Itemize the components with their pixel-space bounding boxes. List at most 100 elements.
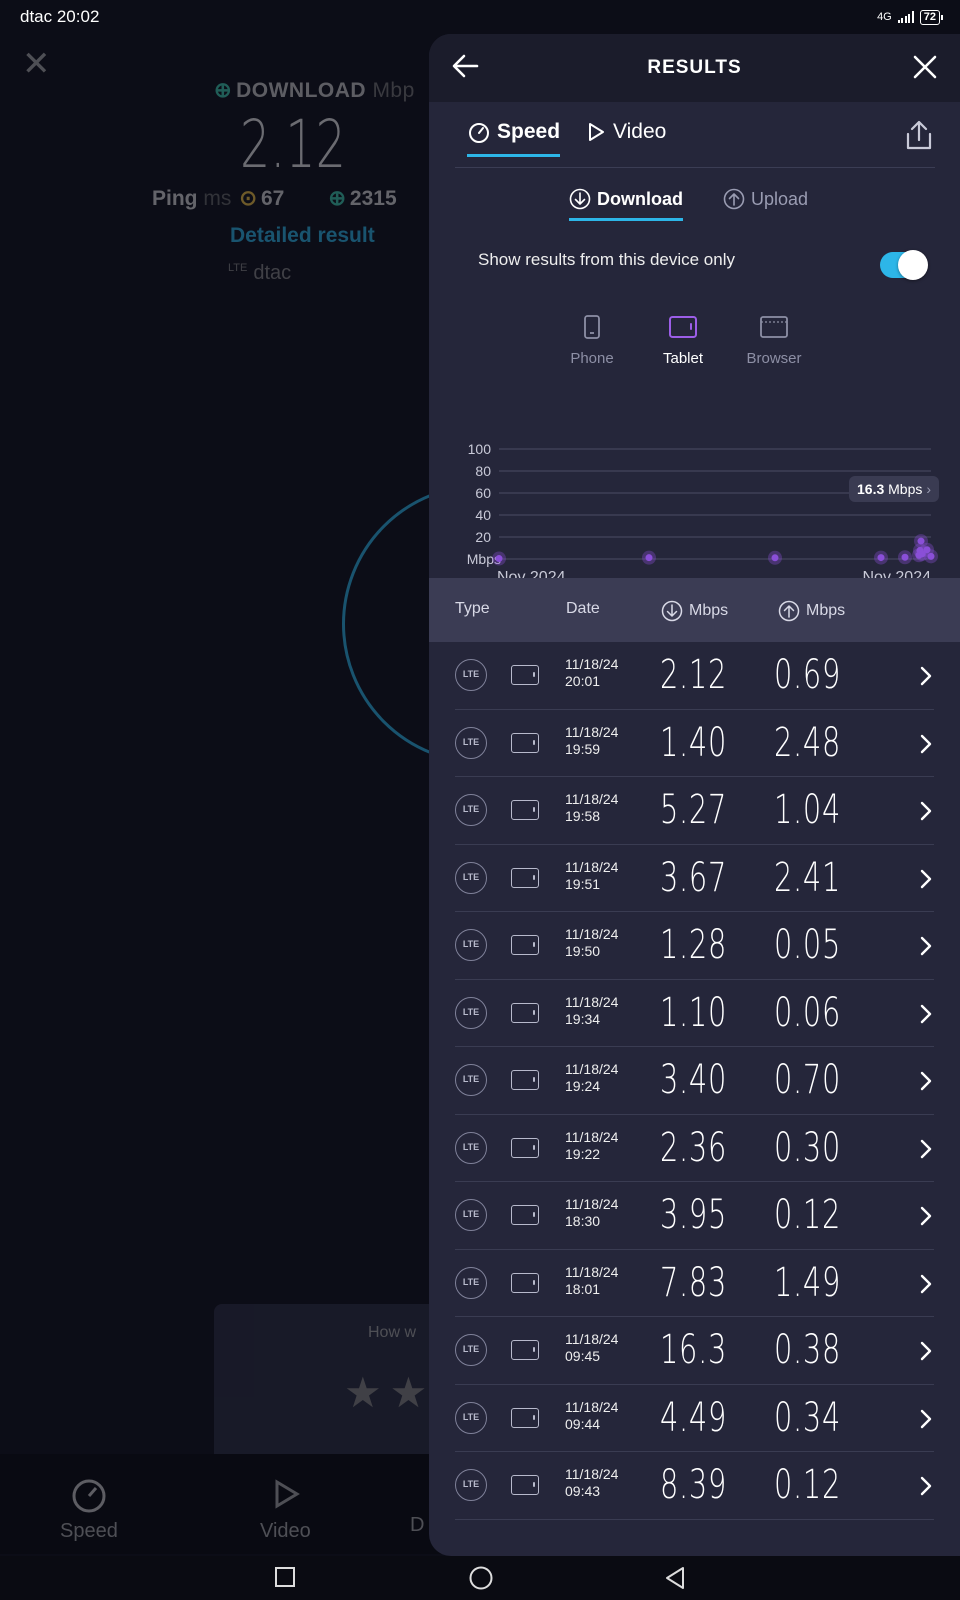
tablet-icon bbox=[511, 1205, 539, 1225]
chevron-right-icon bbox=[920, 801, 932, 821]
y-tick-label: 100 bbox=[468, 441, 492, 457]
result-date: 11/18/24 19:51 bbox=[565, 858, 619, 892]
tab-speed[interactable]: Speed bbox=[467, 120, 561, 157]
chevron-right-icon: › bbox=[926, 481, 932, 497]
subtab-download[interactable]: Download bbox=[569, 188, 683, 221]
upload-speed: 0.06 bbox=[774, 989, 842, 1036]
tab-video[interactable]: Video bbox=[585, 120, 666, 154]
tablet-icon bbox=[669, 316, 697, 338]
download-speed: 7.83 bbox=[660, 1259, 728, 1306]
result-date: 11/18/24 19:34 bbox=[565, 993, 619, 1027]
result-row[interactable]: LTE 11/18/24 19:51 3.67 2.41 bbox=[455, 845, 934, 912]
upload-icon bbox=[723, 188, 745, 210]
rating-stars[interactable]: ★★ bbox=[344, 1368, 435, 1417]
chevron-right-icon bbox=[920, 869, 932, 888]
ping-row: Ping ms ⊙ 67 ⊕ 2315 bbox=[152, 187, 397, 210]
download-speed: 1.40 bbox=[660, 719, 728, 766]
phone-icon bbox=[584, 315, 600, 339]
chevron-right-icon bbox=[920, 1274, 932, 1293]
device-phone[interactable]: Phone bbox=[552, 314, 632, 367]
download-icon bbox=[569, 188, 591, 210]
nav-video[interactable]: Video bbox=[260, 1474, 311, 1543]
lte-badge: LTE bbox=[455, 1334, 487, 1366]
result-row[interactable]: LTE 11/18/24 09:44 4.49 0.34 bbox=[455, 1385, 934, 1452]
device-browser[interactable]: Browser bbox=[734, 314, 814, 367]
chevron-right-icon bbox=[920, 1139, 932, 1158]
download-speed: 3.95 bbox=[660, 1192, 728, 1238]
upload-speed: 0.12 bbox=[774, 1462, 842, 1508]
lte-badge: LTE bbox=[455, 794, 487, 826]
tablet-icon bbox=[511, 1407, 539, 1428]
col-date: Date bbox=[566, 600, 600, 617]
tablet-icon bbox=[511, 732, 539, 753]
download-value: 2.12 bbox=[240, 106, 346, 183]
back-arrow-icon[interactable] bbox=[447, 48, 483, 84]
lte-badge: LTE bbox=[455, 1064, 487, 1096]
result-row[interactable]: LTE 11/18/24 18:30 3.95 0.12 bbox=[455, 1182, 934, 1250]
result-row[interactable]: LTE 11/18/24 18:01 7.83 1.49 bbox=[455, 1250, 934, 1317]
result-row[interactable]: LTE 11/18/24 19:34 1.10 0.06 bbox=[455, 980, 934, 1047]
rating-prompt: How w bbox=[368, 1324, 417, 1341]
lte-badge: LTE bbox=[455, 726, 487, 759]
subtab-upload[interactable]: Upload bbox=[723, 188, 808, 218]
result-date: 11/18/24 19:59 bbox=[565, 723, 619, 757]
home-circle-icon[interactable] bbox=[468, 1566, 494, 1592]
chevron-right-icon bbox=[920, 734, 932, 753]
tablet-icon bbox=[511, 1340, 539, 1360]
result-row[interactable]: LTE 11/18/24 20:01 2.12 0.69 bbox=[455, 642, 934, 710]
download-speed: 5.27 bbox=[660, 787, 728, 833]
upload-speed: 1.49 bbox=[774, 1259, 842, 1306]
download-speed: 8.39 bbox=[660, 1462, 728, 1508]
browser-icon bbox=[760, 316, 788, 338]
result-row[interactable]: LTE 11/18/24 19:59 1.40 2.48 bbox=[455, 710, 934, 777]
col-download: Mbps bbox=[661, 600, 728, 622]
result-row[interactable]: LTE 11/18/24 19:58 5.27 1.04 bbox=[455, 777, 934, 845]
lte-badge: LTE bbox=[455, 1199, 487, 1231]
close-icon[interactable] bbox=[908, 50, 942, 84]
results-list: LTE 11/18/24 20:01 2.12 0.69 LTE 11/18/24 19:59… bbox=[429, 642, 960, 1520]
download-speed: 16.3 bbox=[660, 1327, 728, 1373]
upload-icon bbox=[778, 600, 800, 622]
back-triangle-icon[interactable] bbox=[664, 1566, 686, 1590]
result-date: 11/18/24 09:43 bbox=[565, 1466, 619, 1499]
upload-speed: 0.30 bbox=[774, 1124, 842, 1171]
lte-badge: LTE bbox=[455, 1401, 487, 1434]
close-icon[interactable]: ✕ bbox=[22, 44, 51, 84]
network-type: 4G bbox=[877, 11, 892, 23]
col-type: Type bbox=[455, 600, 490, 617]
y-tick-label: 40 bbox=[475, 507, 491, 523]
download-speed: 2.36 bbox=[660, 1124, 728, 1171]
share-icon[interactable] bbox=[903, 118, 935, 152]
carrier-time: dtac 20:02 bbox=[20, 7, 100, 26]
tablet-icon bbox=[511, 665, 539, 685]
chevron-right-icon bbox=[920, 936, 932, 956]
device-only-toggle[interactable] bbox=[880, 250, 928, 280]
chevron-right-icon bbox=[920, 1341, 932, 1361]
video-play-icon bbox=[589, 123, 604, 141]
battery-icon: 72 bbox=[919, 9, 944, 25]
lte-badge: LTE bbox=[455, 861, 487, 894]
result-row[interactable]: LTE 11/18/24 19:22 2.36 0.30 bbox=[455, 1115, 934, 1182]
results-panel: RESULTS Speed Video Download Upload Show… bbox=[429, 34, 960, 1556]
result-row[interactable]: LTE 11/18/24 09:43 8.39 0.12 bbox=[455, 1452, 934, 1520]
result-row[interactable]: LTE 11/18/24 19:50 1.28 0.05 bbox=[455, 912, 934, 980]
download-speed: 3.67 bbox=[660, 854, 728, 901]
nav-speed[interactable]: Speed bbox=[60, 1474, 118, 1543]
upload-speed: 2.48 bbox=[774, 719, 842, 766]
detailed-result-link[interactable]: Detailed result bbox=[230, 224, 375, 248]
result-row[interactable]: LTE 11/18/24 19:24 3.40 0.70 bbox=[455, 1047, 934, 1115]
recents-square-icon[interactable] bbox=[274, 1566, 296, 1588]
upload-speed: 2.41 bbox=[774, 854, 842, 901]
data-point bbox=[901, 553, 909, 561]
download-label: ⊕ DOWNLOAD Mbp bbox=[214, 79, 415, 102]
device-tablet[interactable]: Tablet bbox=[643, 314, 723, 367]
chart-tooltip[interactable]: 16.3 Mbps › bbox=[849, 476, 940, 502]
y-tick-label: 80 bbox=[475, 463, 491, 479]
download-speed: 3.40 bbox=[660, 1057, 728, 1103]
speed-icon bbox=[469, 123, 489, 143]
result-row[interactable]: LTE 11/18/24 09:45 16.3 0.38 bbox=[455, 1317, 934, 1385]
nav-third[interactable]: D bbox=[410, 1474, 424, 1537]
direction-subtabs: Download Upload bbox=[429, 184, 960, 224]
chevron-right-icon bbox=[920, 666, 932, 686]
signal-icon bbox=[897, 11, 914, 23]
